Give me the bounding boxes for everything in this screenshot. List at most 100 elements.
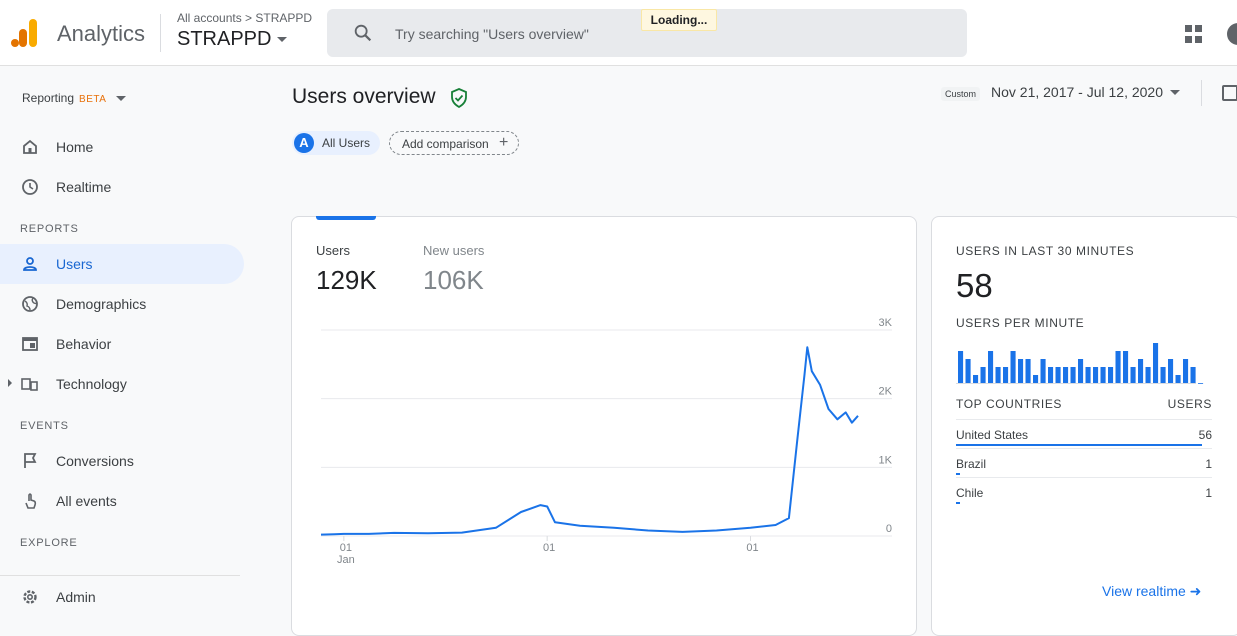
sidebar-item-label: Home [56,139,94,155]
sidebar-item-label: Users [56,256,93,272]
analytics-logo[interactable] [10,18,40,48]
per-minute-bar [1025,359,1031,383]
plus-icon: + [499,134,509,151]
view-realtime-link[interactable]: View realtime ➜ [1102,583,1201,600]
home-icon [23,139,37,154]
per-minute-bar [1183,359,1189,383]
touch-icon [25,493,37,509]
explore-header: EXPLORE [20,537,78,549]
users-30min-label: USERS IN LAST 30 MINUTES [956,244,1135,258]
comparison-chip-all-users[interactable]: A All Users [292,131,380,155]
per-minute-bar [1085,367,1091,383]
country-row[interactable]: Chile 1 [956,477,1212,506]
sidebar-item-behavior[interactable]: Behavior [0,324,244,364]
reporting-label: Reporting [22,91,75,105]
per-minute-bar [1100,367,1106,383]
users-per-minute-chart [956,343,1204,384]
per-minute-bar [1093,367,1099,383]
country-name: United States [956,428,1029,442]
sidebar-item-realtime[interactable]: Realtime [0,167,244,207]
x-tick-label: 01 [746,542,758,554]
date-custom-chip: Custom [941,87,981,101]
add-comparison-button[interactable]: Add comparison + [389,131,519,155]
sidebar-item-label: Technology [56,376,127,392]
per-minute-bar [988,351,994,383]
search-input[interactable]: Try searching "Users overview" [395,26,589,42]
breadcrumb[interactable]: All accounts > STRAPPD [177,11,312,25]
sidebar-item-label: Conversions [56,453,134,469]
per-minute-bar [995,367,1001,383]
help-icon[interactable] [1227,23,1237,45]
sidebar-item-label: All events [56,493,117,509]
sidebar-item-all-events[interactable]: All events [0,481,244,521]
y-tick-label: 1K [879,454,893,466]
per-minute-bar [1123,351,1129,383]
reports-header: REPORTS [20,223,79,235]
sidebar-item-users[interactable]: Users [0,244,244,284]
per-minute-bar [1190,367,1196,383]
country-row[interactable]: United States 56 [956,419,1212,448]
devices-icon [21,378,38,391]
per-minute-bar [1033,375,1039,383]
per-minute-bar [1040,359,1046,383]
y-tick-label: 3K [879,317,893,329]
divider [1201,80,1202,106]
users-line-chart[interactable]: 3K2K1K001Jan01 01 [292,217,918,621]
top-countries-label: TOP COUNTRIES [956,397,1063,411]
sidebar-item-label: Admin [56,589,96,605]
per-minute-bar [1003,367,1009,383]
realtime-card: USERS IN LAST 30 MINUTES 58 USERS PER MI… [931,216,1237,636]
expand-arrow-icon[interactable] [8,379,12,387]
per-minute-bar [965,359,971,383]
users-column-label: USERS [1167,397,1212,411]
per-minute-bar [1055,367,1061,383]
events-header: EVENTS [20,420,69,432]
users-chart-card: Users 129K New users 106K 3K 2K 1K 0 01 Jan 01… [291,216,917,636]
per-minute-bar [1138,359,1144,383]
sidebar: Reporting BETA Home Realtime REPORTS User… [0,66,258,617]
country-bar [956,502,961,504]
divider [0,575,240,576]
per-minute-bar [1198,383,1204,384]
x-tick-label: 01 [340,542,352,554]
clock-icon [22,179,38,195]
sidebar-item-conversions[interactable]: Conversions [0,441,244,481]
verified-shield-icon [451,88,467,108]
country-name: Chile [956,486,984,500]
caret-down-icon[interactable] [1170,90,1180,95]
view-realtime-label: View realtime [1102,583,1186,599]
x-tick-label: Jan [337,554,355,566]
insights-icon[interactable] [1222,85,1237,101]
account-selector[interactable]: STRAPPD [177,28,288,51]
loading-badge: Loading... [641,9,717,31]
y-tick-label: 0 [886,523,892,535]
chip-label: All Users [322,136,371,150]
per-minute-bar [1010,351,1016,383]
country-users: 1 [1205,486,1212,500]
sidebar-item-label: Realtime [56,179,112,195]
reporting-selector[interactable]: Reporting BETA [22,91,127,105]
country-row[interactable]: Brazil 1 [956,448,1212,477]
users-series-line[interactable] [320,346,859,536]
sidebar-item-home[interactable]: Home [0,127,244,167]
flag-icon [24,453,37,468]
caret-down-icon [277,37,288,43]
divider [160,14,161,52]
gear-icon [23,590,37,604]
avatar: A [294,133,314,153]
y-tick-label: 2K [879,386,893,398]
sidebar-item-demographics[interactable]: Demographics [0,284,244,324]
arrow-right-icon: ➜ [1189,583,1202,599]
date-range-selector[interactable]: Nov 21, 2017 - Jul 12, 2020 [991,84,1163,100]
sidebar-item-admin[interactable]: Admin [0,577,244,617]
country-users: 1 [1205,457,1212,471]
per-minute-bar [1168,359,1174,383]
account-name: STRAPPD [177,28,272,50]
apps-grid-icon[interactable] [1185,25,1203,43]
sidebar-item-technology[interactable]: Technology [0,364,244,404]
per-minute-bar [1108,367,1114,383]
sidebar-item-label: Demographics [56,296,147,312]
per-minute-bar [1078,359,1084,383]
per-minute-bar [1130,367,1136,383]
per-minute-bar [1115,351,1121,383]
